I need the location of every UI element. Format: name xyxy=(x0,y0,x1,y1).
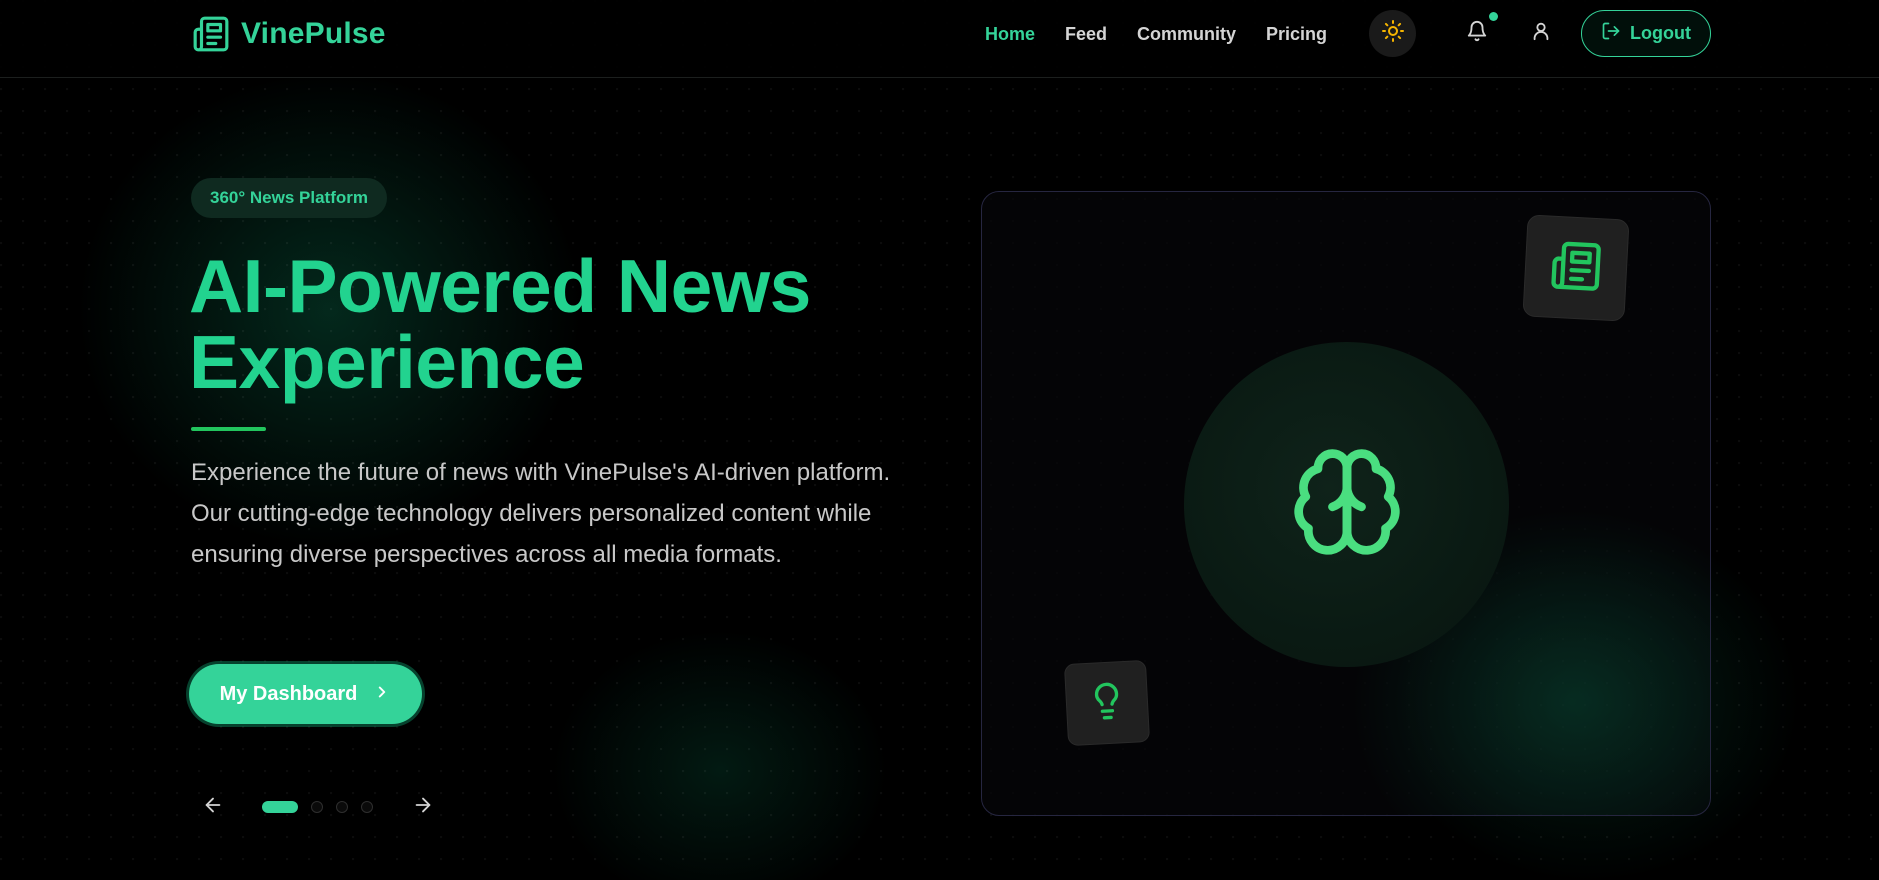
slider-dot[interactable] xyxy=(311,801,323,813)
user-icon xyxy=(1530,20,1552,47)
notification-indicator xyxy=(1489,12,1498,21)
arrow-left-icon xyxy=(202,794,224,821)
lightbulb-tile xyxy=(1063,659,1151,747)
logout-label: Logout xyxy=(1630,23,1691,43)
title-divider xyxy=(191,427,266,431)
profile-button[interactable] xyxy=(1528,20,1554,46)
newspaper-icon xyxy=(191,14,231,54)
hero-title-line-1: AI-Powered News xyxy=(189,244,811,328)
brain-circle xyxy=(1184,342,1509,667)
news-tile xyxy=(1522,214,1630,322)
slider-prev-button[interactable] xyxy=(200,794,226,820)
nav-link-feed[interactable]: Feed xyxy=(1065,24,1107,45)
cta-label: My Dashboard xyxy=(219,682,358,705)
logout-button[interactable]: Logout xyxy=(1581,10,1711,57)
hero-illustration-card xyxy=(981,191,1711,816)
nav-link-community[interactable]: Community xyxy=(1137,24,1236,45)
brain-icon xyxy=(1289,444,1405,565)
lightbulb-icon xyxy=(1086,679,1128,726)
sun-icon xyxy=(1381,19,1405,48)
logout-icon xyxy=(1601,21,1621,46)
notifications-button[interactable] xyxy=(1464,20,1490,46)
hero-title: AI-Powered News Experience xyxy=(189,248,889,400)
my-dashboard-button[interactable]: My Dashboard xyxy=(189,664,422,724)
chevron-right-icon xyxy=(373,683,391,706)
hero-title-line-2: Experience xyxy=(189,320,585,404)
slider-next-button[interactable] xyxy=(410,794,436,820)
main-nav: Home Feed Community Pricing xyxy=(985,22,1327,46)
nav-link-home[interactable]: Home xyxy=(985,24,1035,45)
slider-dot[interactable] xyxy=(262,801,298,813)
slider-dot[interactable] xyxy=(336,801,348,813)
brand-name: VinePulse xyxy=(241,17,386,50)
slider-dot[interactable] xyxy=(361,801,373,813)
navbar: VinePulse Home Feed Community Pricing Lo… xyxy=(0,0,1879,78)
arrow-right-icon xyxy=(412,794,434,821)
platform-badge: 360° News Platform xyxy=(191,178,387,218)
brand-logo[interactable]: VinePulse xyxy=(191,14,386,54)
badge-text: 360° News Platform xyxy=(210,188,368,207)
newspaper-icon xyxy=(1549,238,1604,298)
hero-description: Experience the future of news with VineP… xyxy=(191,459,891,568)
nav-link-pricing[interactable]: Pricing xyxy=(1266,24,1327,45)
bell-icon xyxy=(1466,20,1488,47)
theme-toggle-button[interactable] xyxy=(1369,10,1416,57)
